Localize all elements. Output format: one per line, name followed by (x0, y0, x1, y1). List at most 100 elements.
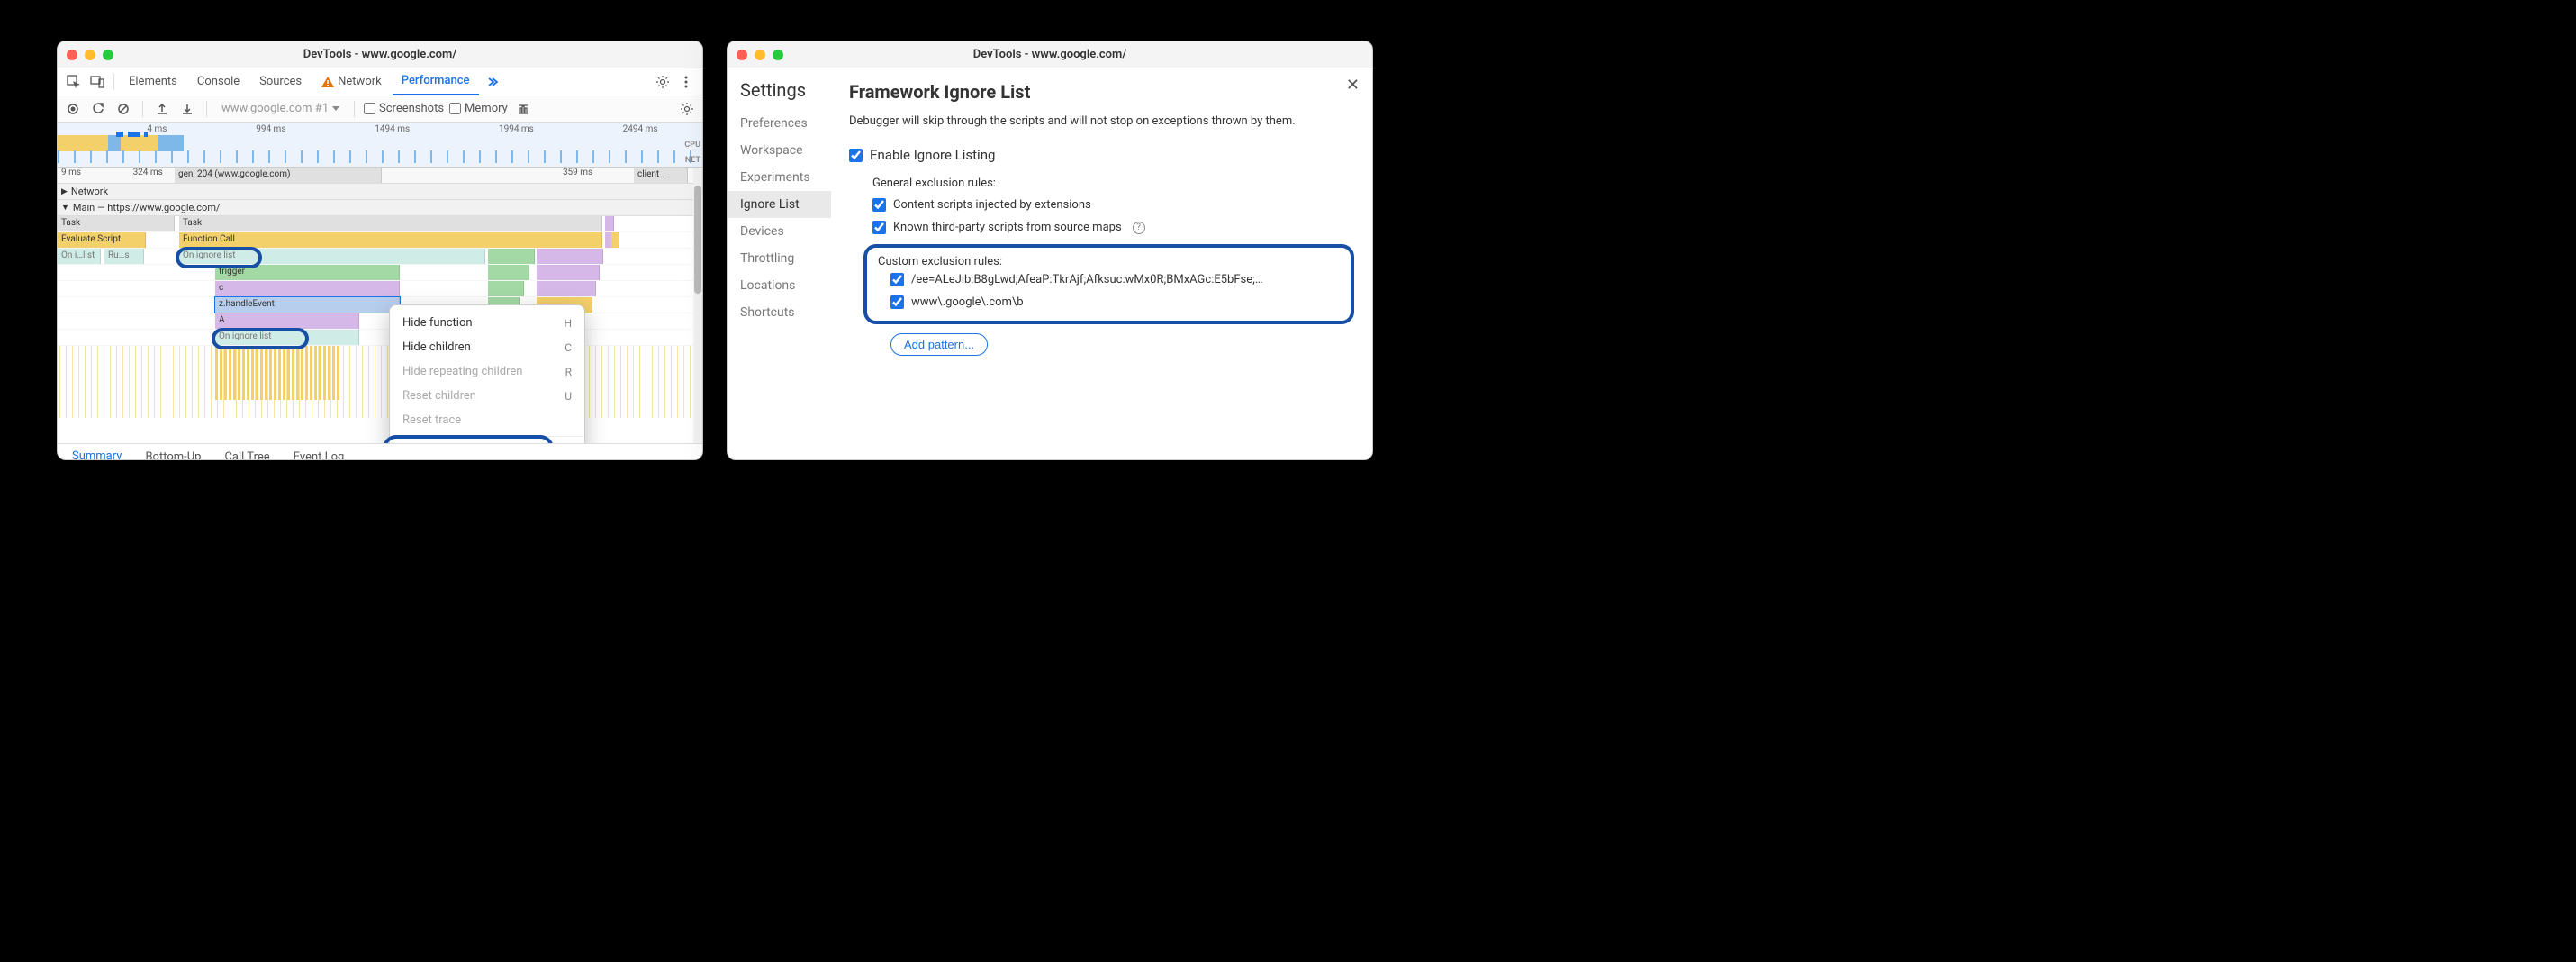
general-rules-label: General exclusion rules: (872, 177, 1354, 190)
timeline-overview[interactable]: 4 ms 994 ms 1494 ms 1994 ms 2494 ms CPU … (58, 123, 702, 168)
sidebar-item-preferences[interactable]: Preferences (728, 110, 831, 137)
bar-on-ignore-list-2[interactable]: On ignore list (215, 330, 359, 345)
menu-label: Hide children (402, 340, 471, 354)
memory-label: Memory (465, 102, 508, 115)
network-item[interactable]: gen_204 (www.google.com) (175, 168, 382, 183)
bar[interactable] (611, 232, 619, 248)
btab-summary[interactable]: Summary (61, 444, 132, 461)
sidebar-item-locations[interactable]: Locations (728, 272, 831, 299)
rule-input[interactable] (872, 221, 886, 234)
bar-a[interactable]: A (215, 313, 359, 329)
context-menu: Hide function H Hide children C Hide rep… (389, 304, 585, 443)
sidebar-item-devices[interactable]: Devices (728, 218, 831, 245)
ruler-tick: 359 ms (559, 168, 631, 183)
close-window-icon[interactable] (67, 50, 77, 60)
minimize-window-icon[interactable] (85, 50, 95, 60)
screenshots-input[interactable] (364, 103, 375, 114)
menu-add-to-ignore[interactable]: Add script to ignore list (390, 440, 584, 443)
zoom-window-icon[interactable] (103, 50, 113, 60)
bar-c[interactable]: c (215, 281, 400, 296)
device-toolbar-icon[interactable] (86, 71, 108, 93)
rule-content-scripts[interactable]: Content scripts injected by extensions (872, 194, 1354, 216)
btab-event-log[interactable]: Event Log (283, 444, 356, 461)
screenshots-checkbox[interactable]: Screenshots (364, 102, 444, 115)
enable-ignore-checkbox[interactable]: Enable Ignore Listing (849, 142, 1354, 168)
garbage-collect-icon[interactable] (513, 99, 533, 119)
trace-dropdown[interactable]: www.google.com #1 (216, 102, 345, 115)
network-track-header[interactable]: ▶ Network gen_204 (www.google.com) clien… (58, 184, 702, 200)
btab-call-tree[interactable]: Call Tree (213, 444, 280, 461)
sidebar-item-experiments[interactable]: Experiments (728, 164, 831, 191)
rule-input[interactable] (890, 295, 904, 309)
sidebar-item-shortcuts[interactable]: Shortcuts (728, 299, 831, 326)
bar-evaluate-script[interactable]: Evaluate Script (58, 232, 146, 248)
bar[interactable] (537, 265, 600, 280)
more-menu-icon[interactable] (675, 71, 697, 93)
bar-on-ignore-list-1[interactable]: On ignore list (179, 249, 485, 264)
bar-function-call[interactable]: Function Call (179, 232, 602, 248)
tab-console[interactable]: Console (188, 68, 249, 95)
capture-settings-gear-icon[interactable] (677, 99, 697, 119)
rule-third-party[interactable]: Known third-party scripts from source ma… (872, 216, 1354, 239)
inspect-icon[interactable] (63, 71, 85, 93)
tab-network[interactable]: Network (312, 68, 391, 95)
sidebar-item-workspace[interactable]: Workspace (728, 137, 831, 164)
main-track-header[interactable]: ▼ Main — https://www.google.com/ (58, 200, 702, 216)
ruler-tick: 9 ms (58, 168, 130, 183)
trace-dropdown-label: www.google.com #1 (221, 102, 329, 115)
bar[interactable] (488, 281, 524, 296)
rule-input[interactable] (890, 273, 904, 286)
sidebar-item-ignore-list[interactable]: Ignore List (728, 191, 831, 218)
enable-ignore-input[interactable] (849, 149, 863, 162)
bar[interactable] (537, 281, 596, 296)
menu-hide-children[interactable]: Hide children C (390, 335, 584, 359)
bar[interactable] (537, 249, 603, 264)
bar[interactable] (605, 216, 614, 231)
tab-performance[interactable]: Performance (393, 68, 479, 95)
custom-rule-1[interactable]: /ee=ALeJib:B8gLwd;AfeaP:TkrAjf;Afksuc:wM… (890, 268, 1343, 291)
sidebar-item-throttling[interactable]: Throttling (728, 245, 831, 272)
btab-bottom-up[interactable]: Bottom-Up (134, 444, 212, 461)
custom-rule-2[interactable]: www\.google\.com\b (890, 291, 1343, 313)
custom-rules-label: Custom exclusion rules: (878, 255, 1343, 268)
upload-icon[interactable] (152, 99, 172, 119)
bar[interactable] (488, 249, 535, 264)
tab-sources[interactable]: Sources (250, 68, 311, 95)
menu-key: R (565, 366, 572, 378)
close-icon[interactable]: ✕ (1346, 76, 1360, 95)
zoom-window-icon[interactable] (773, 50, 783, 60)
memory-checkbox[interactable]: Memory (449, 102, 508, 115)
minimize-window-icon[interactable] (755, 50, 765, 60)
bar[interactable] (488, 265, 529, 280)
custom-rules-box: Custom exclusion rules: /ee=ALeJib:B8gLw… (863, 244, 1354, 324)
bar-run-short[interactable]: Ru…s (104, 249, 144, 264)
record-icon[interactable] (63, 99, 83, 119)
download-icon[interactable] (177, 99, 197, 119)
help-icon[interactable]: ? (1133, 222, 1145, 234)
bar-task[interactable]: Task (58, 216, 175, 231)
menu-reset-children: Reset children U (390, 384, 584, 408)
close-window-icon[interactable] (737, 50, 747, 60)
tab-elements[interactable]: Elements (120, 68, 186, 95)
panel-tabs: Elements Console Sources Network Perform… (58, 68, 702, 95)
settings-gear-icon[interactable] (652, 71, 673, 93)
menu-label: Reset trace (402, 413, 461, 427)
menu-key: H (564, 317, 572, 330)
devtools-settings-window: DevTools - www.google.com/ Settings Pref… (727, 41, 1373, 460)
reload-record-icon[interactable] (88, 99, 108, 119)
bar-on-ignore-list-short[interactable]: On i…list (58, 249, 101, 264)
clear-icon[interactable] (113, 99, 133, 119)
window-title: DevTools - www.google.com/ (303, 48, 457, 61)
scrollbar[interactable] (693, 168, 702, 443)
network-item-right[interactable]: client_ (634, 168, 688, 183)
bar-handle-event[interactable]: z.handleEvent (215, 297, 400, 313)
memory-input[interactable] (449, 103, 461, 114)
bar-task[interactable]: Task (179, 216, 602, 231)
devtools-performance-window: DevTools - www.google.com/ Elements Cons… (57, 41, 703, 460)
more-tabs-icon[interactable] (481, 71, 502, 93)
menu-key: C (565, 341, 572, 354)
menu-hide-function[interactable]: Hide function H (390, 311, 584, 335)
add-pattern-button[interactable]: Add pattern... (890, 333, 988, 356)
rule-input[interactable] (872, 198, 886, 212)
bar-trigger[interactable]: trigger (215, 265, 400, 280)
